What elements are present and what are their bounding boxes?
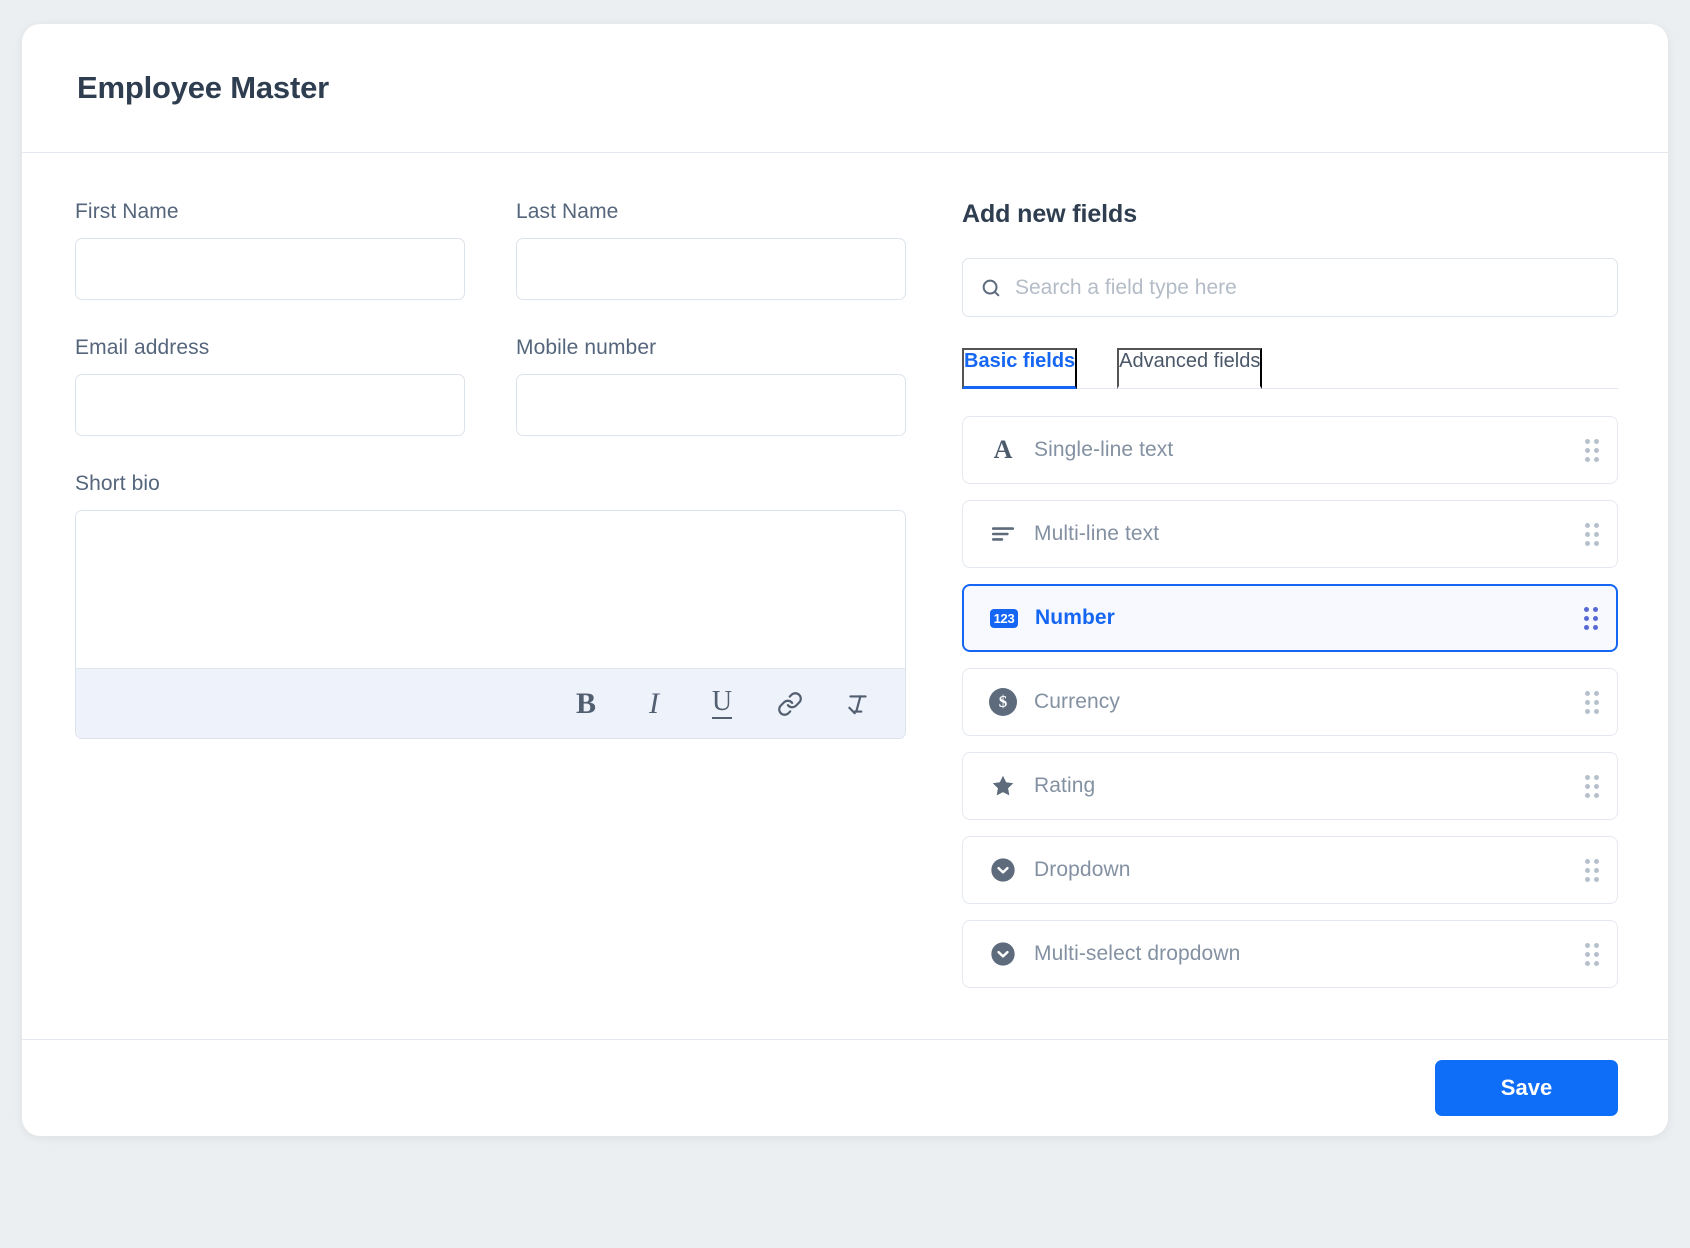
field-short-bio: Short bio B I U [75,472,906,739]
short-bio-textarea[interactable] [76,511,905,663]
field-last-name: Last Name [516,200,906,300]
tab-basic-fields[interactable]: Basic fields [962,348,1078,389]
first-name-input[interactable] [75,238,465,300]
form-pane: First Name Last Name Email address Mobil [22,153,962,1039]
field-type-currency[interactable]: $ Currency [962,668,1618,736]
add-fields-title: Add new fields [962,200,1138,228]
underline-glyph: U [711,686,733,719]
drag-handle-icon[interactable] [1585,522,1599,546]
add-fields-pane: Add new fields Basic fields Advanced fie… [962,153,1668,1039]
window-footer: Save [22,1039,1668,1136]
save-button[interactable]: Save [1435,1060,1618,1116]
italic-icon[interactable]: I [635,685,673,723]
field-mobile-number: Mobile number [516,336,906,436]
field-email-address: Email address [75,336,465,436]
mobile-number-input[interactable] [516,374,906,436]
window-header: Employee Master [22,24,1668,153]
search-input[interactable] [962,258,1618,317]
clear-formatting-icon[interactable] [839,685,877,723]
field-category-tabs: Basic fields Advanced fields [962,348,1618,389]
field-first-name: First Name [75,200,465,300]
field-type-label: Rating [1034,774,1096,797]
field-type-label: Dropdown [1034,858,1131,881]
field-label-first-name: First Name [75,200,179,223]
page-title: Employee Master [77,70,329,105]
italic-glyph: I [649,686,659,720]
drag-handle-icon[interactable] [1585,774,1599,798]
field-type-label: Single-line text [1034,438,1174,461]
tab-advanced-fields[interactable]: Advanced fields [1117,348,1263,389]
field-type-label: Multi-line text [1034,522,1160,545]
field-type-rating[interactable]: Rating [962,752,1618,820]
last-name-input[interactable] [516,238,906,300]
employee-master-window: Employee Master First Name Last Name Ema… [22,24,1668,1136]
letter-a-icon: A [993,435,1013,464]
field-type-dropdown[interactable]: Dropdown [962,836,1618,904]
underline-icon[interactable]: U [703,685,741,723]
search-icon [980,277,1002,299]
chevron-down-circle-icon [987,938,1019,970]
form-row-names: First Name Last Name [75,200,962,300]
drag-handle-icon[interactable] [1585,942,1599,966]
field-type-multi-line-text[interactable]: Multi-line text [962,500,1618,568]
link-icon[interactable] [771,685,809,723]
field-label-short-bio: Short bio [75,472,160,495]
drag-handle-icon[interactable] [1584,606,1598,630]
editor-toolbar: B I U [76,668,905,738]
bold-icon[interactable]: B [567,685,605,723]
bold-glyph: B [575,686,596,720]
field-label-last-name: Last Name [516,200,619,223]
field-type-multi-select-dropdown[interactable]: Multi-select dropdown [962,920,1618,988]
drag-handle-icon[interactable] [1585,858,1599,882]
field-type-single-line-text[interactable]: A Single-line text [962,416,1618,484]
form-row-bio: Short bio B I U [75,472,962,739]
star-icon [987,770,1019,802]
field-type-list: A Single-line text Multi-line text 123 N… [962,416,1618,988]
field-type-label: Currency [1034,690,1120,713]
rich-text-editor: B I U [75,510,906,739]
field-search [962,258,1618,317]
drag-handle-icon[interactable] [1585,690,1599,714]
screen-background: Employee Master First Name Last Name Ema… [0,0,1690,1248]
dollar-circle-icon: $ [987,686,1019,718]
field-type-label: Number [1035,606,1115,629]
field-type-label: Multi-select dropdown [1034,942,1241,965]
email-address-input[interactable] [75,374,465,436]
chevron-down-circle-icon [987,854,1019,886]
lines-icon [987,518,1019,550]
field-label-mobile-number: Mobile number [516,336,657,359]
number-123-icon: 123 [988,602,1020,634]
drag-handle-icon[interactable] [1585,438,1599,462]
field-type-number[interactable]: 123 Number [962,584,1618,652]
field-label-email-address: Email address [75,336,210,359]
form-row-contact: Email address Mobile number [75,336,962,436]
window-body: First Name Last Name Email address Mobil [22,153,1668,1039]
